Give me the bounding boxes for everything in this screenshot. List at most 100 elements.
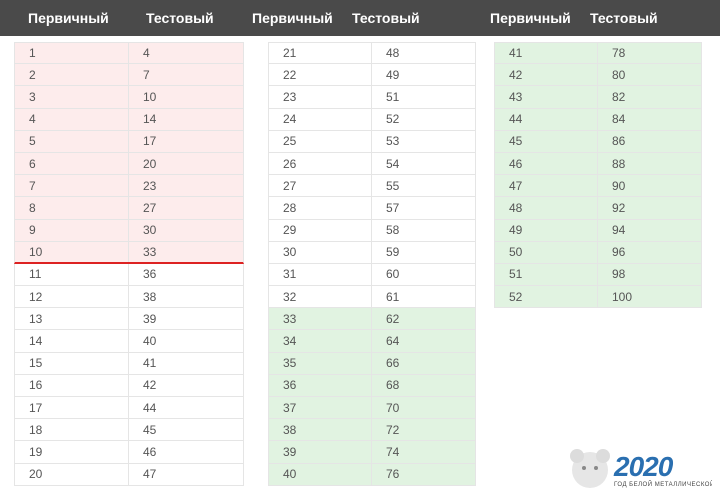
cell-test: 47: [129, 464, 243, 485]
table-row: 2249: [268, 64, 476, 86]
cell-test: 36: [129, 264, 243, 285]
table-row: 4790: [494, 175, 702, 197]
cell-primary: 18: [15, 419, 129, 440]
table-row: 3974: [268, 441, 476, 463]
cell-test: 4: [129, 43, 243, 63]
cell-primary: 34: [269, 330, 372, 351]
cell-primary: 39: [269, 441, 372, 462]
table-row: 4484: [494, 109, 702, 131]
table-row: 4586: [494, 131, 702, 153]
cell-test: 68: [372, 375, 475, 396]
cell-primary: 7: [15, 175, 129, 196]
cell-primary: 19: [15, 441, 129, 462]
table-row: 2654: [268, 153, 476, 175]
cell-primary: 26: [269, 153, 372, 174]
cell-test: 53: [372, 131, 475, 152]
cell-test: 10: [129, 86, 243, 107]
cell-test: 57: [372, 197, 475, 218]
cell-primary: 48: [495, 197, 598, 218]
cell-primary: 23: [269, 86, 372, 107]
table-row: 2958: [268, 220, 476, 242]
table-row: 1136: [14, 264, 244, 286]
cell-test: 45: [129, 419, 243, 440]
cell-primary: 38: [269, 419, 372, 440]
cell-primary: 35: [269, 353, 372, 374]
header-test-1: Тестовый: [146, 10, 246, 26]
table-row: 1033: [14, 242, 244, 264]
cell-test: 54: [372, 153, 475, 174]
cell-test: 55: [372, 175, 475, 196]
cell-primary: 15: [15, 353, 129, 374]
cell-test: 80: [598, 64, 701, 85]
header-test-3: Тестовый: [590, 10, 690, 26]
table-row: 1642: [14, 375, 244, 397]
table-row: 4076: [268, 464, 476, 486]
table-row: 3059: [268, 242, 476, 264]
cell-test: 33: [129, 242, 243, 262]
header-group-3: Первичный Тестовый: [476, 10, 698, 26]
table-row: 2047: [14, 464, 244, 486]
table-row: 827: [14, 197, 244, 219]
cell-test: 64: [372, 330, 475, 351]
cell-test: 40: [129, 330, 243, 351]
table-row: 3872: [268, 419, 476, 441]
cell-test: 23: [129, 175, 243, 196]
cell-test: 94: [598, 220, 701, 241]
cell-test: 90: [598, 175, 701, 196]
cell-primary: 44: [495, 109, 598, 130]
table-row: 4994: [494, 220, 702, 242]
cell-test: 38: [129, 286, 243, 307]
cell-test: 98: [598, 264, 701, 285]
table-row: 2452: [268, 109, 476, 131]
cell-primary: 10: [15, 242, 129, 262]
cell-test: 44: [129, 397, 243, 418]
cell-test: 48: [372, 43, 475, 63]
table-row: 620: [14, 153, 244, 175]
cell-primary: 20: [15, 464, 129, 485]
cell-primary: 43: [495, 86, 598, 107]
cell-primary: 21: [269, 43, 372, 63]
table-row: 2148: [268, 42, 476, 64]
cell-primary: 36: [269, 375, 372, 396]
cell-test: 72: [372, 419, 475, 440]
cell-test: 62: [372, 308, 475, 329]
cell-primary: 13: [15, 308, 129, 329]
cell-test: 60: [372, 264, 475, 285]
cell-test: 7: [129, 64, 243, 85]
cell-test: 59: [372, 242, 475, 263]
cell-primary: 2: [15, 64, 129, 85]
table-row: 1238: [14, 286, 244, 308]
table-row: 3770: [268, 397, 476, 419]
cell-primary: 30: [269, 242, 372, 263]
cell-primary: 28: [269, 197, 372, 218]
header-test-2: Тестовый: [352, 10, 452, 26]
table-row: 310: [14, 86, 244, 108]
cell-primary: 16: [15, 375, 129, 396]
header-primary-3: Первичный: [490, 10, 590, 26]
table-column-3: 4178428043824484458646884790489249945096…: [494, 42, 702, 486]
cell-primary: 29: [269, 220, 372, 241]
cell-test: 96: [598, 242, 701, 263]
cell-test: 52: [372, 109, 475, 130]
cell-test: 70: [372, 397, 475, 418]
header-group-1: Первичный Тестовый: [0, 10, 252, 26]
table-row: 2351: [268, 86, 476, 108]
table-row: 27: [14, 64, 244, 86]
cell-primary: 46: [495, 153, 598, 174]
cell-test: 51: [372, 86, 475, 107]
cell-primary: 41: [495, 43, 598, 63]
table-column-2: 2148224923512452255326542755285729583059…: [268, 42, 476, 486]
cell-primary: 8: [15, 197, 129, 218]
cell-test: 49: [372, 64, 475, 85]
cell-primary: 51: [495, 264, 598, 285]
cell-primary: 25: [269, 131, 372, 152]
cell-test: 78: [598, 43, 701, 63]
table-row: 3160: [268, 264, 476, 286]
table-row: 4178: [494, 42, 702, 64]
cell-primary: 11: [15, 264, 129, 285]
table-row: 4688: [494, 153, 702, 175]
cell-test: 76: [372, 464, 475, 485]
cell-primary: 5: [15, 131, 129, 152]
cell-primary: 14: [15, 330, 129, 351]
table-row: 4892: [494, 197, 702, 219]
